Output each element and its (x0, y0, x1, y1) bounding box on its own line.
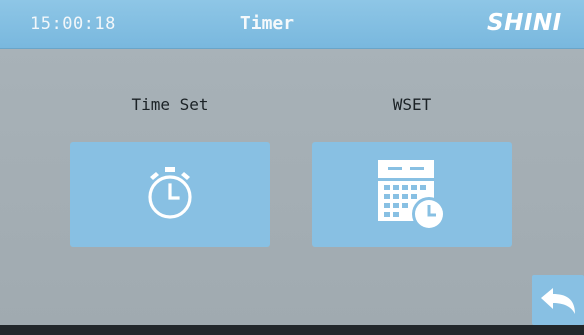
shini-logo: SHINI (487, 10, 562, 36)
wset-button[interactable] (312, 142, 512, 247)
back-button[interactable] (532, 275, 584, 325)
page-title: Timer (239, 13, 295, 34)
back-arrow-icon (541, 288, 575, 314)
stopwatch-icon (148, 167, 192, 219)
calendar-clock-icon (378, 160, 446, 231)
title-bar: 15:00:18 Timer SHINI (0, 0, 584, 49)
time-set-button[interactable] (70, 142, 270, 247)
time-set-label: Time Set (131, 95, 209, 114)
wset-label: WSET (392, 95, 432, 114)
timer-screen: 15:00:18 Timer SHINI Time Set WSET (0, 0, 584, 335)
bezel-bottom (0, 325, 584, 335)
